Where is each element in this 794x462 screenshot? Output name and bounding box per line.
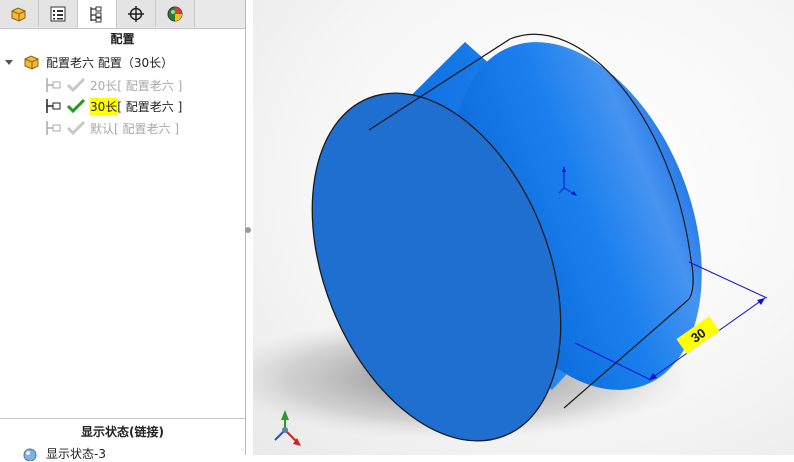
config-name: 30长 (90, 97, 118, 115)
display-manager-tab[interactable] (156, 0, 195, 27)
configuration-manager-panel: 配置 配置老六 配置（30长） 20长 [ 配置老六 ] 30长 [配置老六 … (0, 0, 246, 461)
display-state-icon (23, 448, 37, 461)
display-states-section: 显示状态(链接) 显示状态-3 (0, 418, 245, 461)
config-name: 20长 (90, 78, 118, 93)
config-suffix: [ 配置老六 ] (114, 121, 180, 136)
config-suffix: [ 配置老六 ] (117, 99, 183, 114)
collapse-triangle-icon[interactable] (4, 57, 14, 67)
display-states-title: 显示状态(链接) (81, 425, 164, 439)
configuration-manager-tab[interactable] (78, 0, 117, 28)
config-item-default[interactable]: 默认 [ 配置老六 ] (44, 118, 179, 138)
display-manager-tab-icon (167, 6, 183, 21)
part-icon (24, 55, 39, 70)
splitter-dot-icon (245, 227, 251, 233)
model-canvas[interactable]: 30 (253, 0, 794, 455)
manager-tab-bar (0, 0, 245, 29)
dimension-arrow-top (757, 298, 765, 305)
feature-manager-tab-icon (11, 6, 26, 22)
panel-title: 配置 (110, 32, 135, 46)
dimxpert-manager-tab[interactable] (117, 0, 156, 27)
checkmark-icon (66, 77, 86, 93)
config-item-20[interactable]: 20长 [ 配置老六 ] (44, 75, 182, 95)
panel-splitter-handle[interactable] (244, 220, 252, 240)
config-item-30[interactable]: 30长 [ 配置老六 ] (44, 96, 182, 116)
dimxpert-tab-icon (128, 5, 144, 22)
config-name: 默认 (90, 121, 115, 136)
configuration-icon (46, 99, 61, 113)
checkmark-icon (66, 120, 86, 136)
config-root-label: 配置老六 配置（30长） (46, 55, 174, 70)
configuration-manager-tab-icon (90, 6, 102, 23)
configuration-icon (46, 121, 61, 135)
property-manager-tab-icon (50, 6, 66, 21)
configuration-icon (46, 78, 61, 92)
display-state-item[interactable]: 显示状态-3 (22, 445, 106, 462)
feature-manager-tab[interactable] (0, 0, 39, 27)
property-manager-tab[interactable] (39, 0, 78, 27)
config-tree-root[interactable]: 配置老六 配置（30长） (4, 52, 173, 72)
display-state-label: 显示状态-3 (46, 447, 106, 461)
graphics-viewport[interactable]: 30 (253, 0, 794, 455)
config-suffix: [ 配置老六 ] (117, 78, 183, 93)
checkmark-icon (66, 98, 86, 114)
